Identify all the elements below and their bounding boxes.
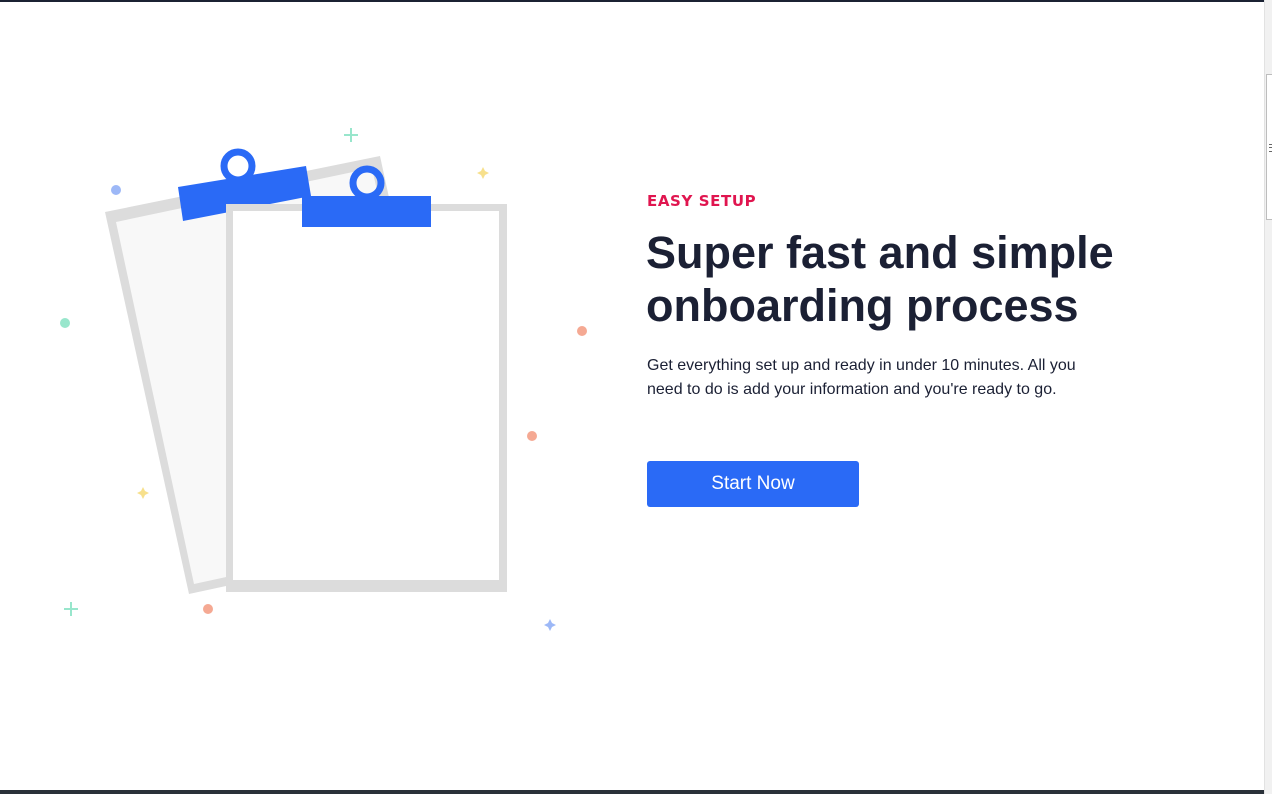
hero-description: Get everything set up and ready in under… — [647, 357, 1076, 398]
page: EASY SETUP Super fast and simple onboard… — [0, 0, 1272, 794]
vertical-scrollbar[interactable] — [1264, 0, 1272, 794]
page-title: Super fast and simple onboarding process — [646, 227, 1114, 331]
bottom-border — [0, 790, 1264, 794]
front-clipboard-icon — [226, 165, 507, 592]
clipboards-illustration — [60, 128, 587, 631]
start-now-button[interactable]: Start Now — [647, 461, 859, 507]
section-eyebrow: EASY SETUP — [647, 192, 757, 210]
scrollbar-thumb[interactable] — [1266, 74, 1272, 220]
